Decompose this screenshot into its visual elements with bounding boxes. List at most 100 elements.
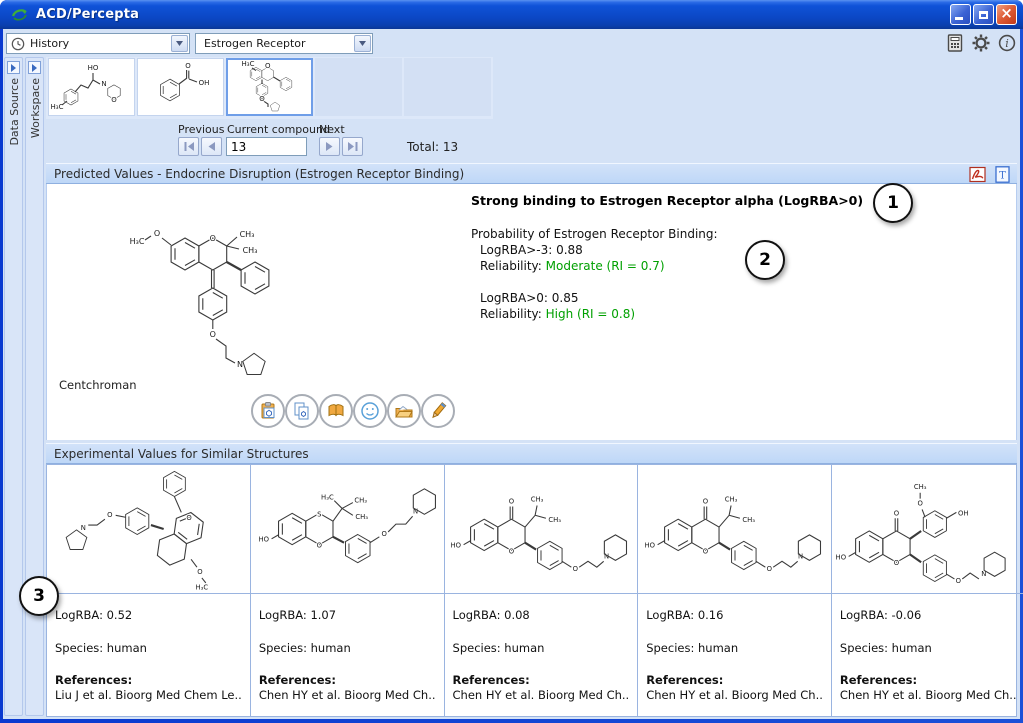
compound-thumbnail-strip: HO N O H₃C O OH	[46, 57, 493, 119]
logrba-value: LogRBA: 0.52	[55, 608, 242, 622]
similar-structure-image-1[interactable]: O O H₃C O N	[47, 465, 250, 594]
svg-text:O: O	[154, 229, 160, 238]
paste-structure-button[interactable]	[251, 394, 285, 428]
similar-structure-image-5[interactable]: HO O O O CH₃ OH O	[832, 465, 1023, 594]
species-value: Species: human	[453, 641, 630, 655]
expand-arrow-icon[interactable]	[28, 61, 41, 74]
similar-structure-image-4[interactable]: HO O O CH₃CH₃ O N	[638, 465, 831, 594]
similar-structure-column-3: HO O O CH₃CH₃ O N	[445, 465, 639, 716]
similar-structure-info-5: LogRBA: -0.06 Species: human References:…	[832, 594, 1023, 702]
text-report-icon[interactable]: T	[994, 166, 1011, 183]
reliability-value: High (RI = 0.8)	[546, 307, 635, 321]
header-icons: T	[969, 166, 1011, 183]
species-value: Species: human	[55, 641, 242, 655]
app-window: ACD/Percepta × History Estrogen Receptor	[0, 0, 1023, 723]
smiley-icon	[360, 401, 380, 421]
compound-thumbnail-4-empty[interactable]	[315, 58, 402, 116]
svg-text:HO: HO	[259, 536, 270, 544]
similar-structure-column-2: HO S O H₃CCH₃CH₃ O N	[251, 465, 445, 716]
svg-text:O: O	[108, 511, 113, 519]
maximize-button[interactable]	[973, 4, 994, 25]
svg-text:O: O	[265, 62, 271, 70]
logrba-value: LogRBA: 0.08	[453, 608, 630, 622]
reference-text[interactable]: Chen HY et al. Bioorg Med Ch..	[453, 688, 630, 702]
open-folder-icon	[394, 401, 414, 421]
svg-text:CH₃: CH₃	[742, 516, 755, 524]
app-logo-icon	[10, 6, 30, 24]
first-compound-button[interactable]	[178, 137, 199, 156]
predicted-values-header: Predicted Values - Endocrine Disruption …	[46, 163, 1017, 184]
close-button[interactable]: ×	[996, 4, 1017, 25]
reference-text[interactable]: Liu J et al. Bioorg Med Chem Le..	[55, 688, 242, 702]
prediction-headline: Strong binding to Estrogen Receptor alph…	[471, 193, 863, 209]
module-dropdown[interactable]: Estrogen Receptor	[195, 33, 373, 54]
open-folder-button[interactable]	[387, 394, 421, 428]
edit-structure-button[interactable]	[421, 394, 455, 428]
svg-text:i: i	[1005, 37, 1009, 50]
similar-structure-image-2[interactable]: HO S O H₃CCH₃CH₃ O N	[251, 465, 444, 594]
titlebar: ACD/Percepta ×	[0, 0, 1023, 29]
reference-book-button[interactable]	[319, 394, 353, 428]
predicted-values-panel: H₃C O O CH₃ CH₃ O N Centchroman	[46, 184, 1017, 440]
svg-text:N: N	[101, 80, 106, 88]
compound-thumbnail-1[interactable]: HO N O H₃C	[48, 58, 135, 116]
sidebar-tab-label: Workspace	[29, 78, 42, 138]
next-compound-button[interactable]	[319, 137, 340, 156]
copy-structure-button[interactable]	[285, 394, 319, 428]
settings-gear-icon[interactable]	[972, 34, 990, 52]
minimize-button[interactable]	[950, 4, 971, 25]
svg-text:HO: HO	[644, 542, 655, 550]
svg-text:S: S	[317, 510, 321, 518]
compound-thumbnail-5-empty[interactable]	[404, 58, 491, 116]
svg-text:O: O	[509, 498, 514, 506]
next-icon	[326, 142, 333, 151]
logrba-value: LogRBA: -0.06	[840, 608, 1017, 622]
reference-text[interactable]: Chen HY et al. Bioorg Med Ch..	[259, 688, 436, 702]
reliability-line: Reliability: High (RI = 0.8)	[471, 306, 863, 322]
reliability-line: Reliability: Moderate (RI = 0.7)	[471, 258, 863, 274]
svg-text:CH₃: CH₃	[724, 496, 737, 504]
dropdown-arrow-icon[interactable]	[354, 35, 371, 52]
experimental-values-header-text: Experimental Values for Similar Structur…	[54, 447, 309, 461]
svg-text:HO: HO	[88, 64, 99, 72]
expand-arrow-icon[interactable]	[7, 61, 20, 74]
svg-text:CH₃: CH₃	[531, 496, 544, 504]
similar-structure-image-3[interactable]: HO O O CH₃CH₃ O N	[445, 465, 638, 594]
svg-text:O: O	[509, 547, 514, 555]
history-dropdown[interactable]: History	[6, 33, 190, 54]
minimize-icon	[955, 17, 963, 20]
references-label: References:	[453, 673, 630, 687]
similar-structure-info-1: LogRBA: 0.52 Species: human References: …	[47, 594, 250, 702]
info-icon[interactable]: i	[998, 34, 1016, 52]
calculator-icon[interactable]	[946, 34, 964, 52]
reliability-label: Reliability:	[480, 259, 546, 273]
toolbar-icons: i	[946, 34, 1016, 52]
reference-text[interactable]: Chen HY et al. Bioorg Med Ch..	[840, 688, 1017, 702]
references-label: References:	[55, 673, 242, 687]
dropdown-arrow-icon[interactable]	[171, 35, 188, 52]
svg-text:N: N	[237, 360, 243, 369]
svg-text:CH₃: CH₃	[243, 246, 258, 255]
maximize-icon	[979, 11, 988, 19]
compound-thumbnail-3-selected[interactable]: O O H₃C	[226, 58, 313, 116]
svg-text:OH: OH	[958, 509, 969, 517]
compound-thumbnail-2[interactable]: O OH	[137, 58, 224, 116]
reference-text[interactable]: Chen HY et al. Bioorg Med Ch..	[646, 688, 823, 702]
svg-text:T: T	[999, 171, 1006, 182]
current-compound-input[interactable]	[226, 137, 307, 156]
structure-action-buttons	[251, 394, 455, 428]
module-dropdown-value: Estrogen Receptor	[200, 37, 306, 50]
svg-text:O: O	[382, 530, 387, 538]
book-icon	[326, 401, 346, 421]
svg-text:O: O	[572, 565, 577, 573]
window-title: ACD/Percepta	[36, 7, 139, 22]
sidebar-tab-workspace[interactable]: Workspace	[25, 57, 44, 716]
sidebar-tab-data-source[interactable]: Data Source	[4, 57, 23, 716]
smiley-button[interactable]	[353, 394, 387, 428]
svg-text:O: O	[111, 96, 117, 104]
last-compound-button[interactable]	[342, 137, 363, 156]
previous-compound-button[interactable]	[201, 137, 222, 156]
pdf-export-icon[interactable]	[969, 166, 986, 183]
svg-text:O: O	[894, 559, 899, 567]
similar-structure-column-1: O O H₃C O N LogRBA: 0.52 Species: human …	[47, 465, 251, 716]
